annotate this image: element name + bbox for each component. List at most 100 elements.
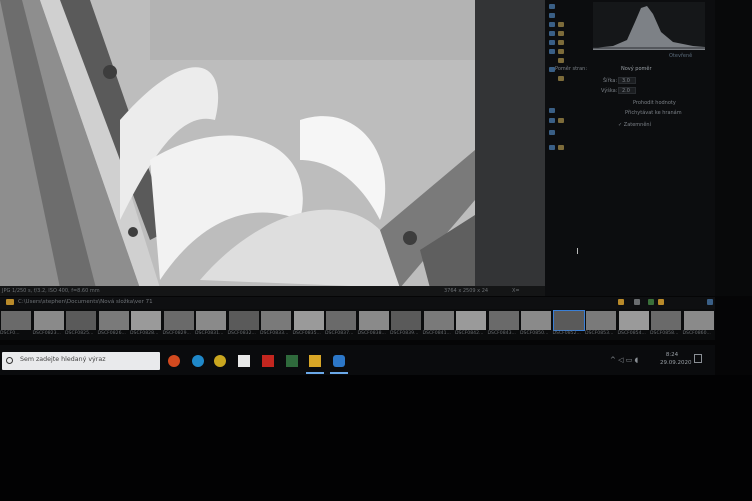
tool-icon[interactable] — [558, 31, 564, 36]
tool-icon[interactable] — [549, 31, 555, 36]
snap-to-edges-option[interactable]: Přichytávat ke hranám — [625, 110, 682, 116]
filmstrip-label: DSCF0832... — [227, 331, 256, 336]
clock-date: 29.09.2020 — [660, 360, 692, 366]
filmstrip-thumbnail[interactable] — [293, 311, 324, 330]
filmstrip-label: DSCF0853... — [585, 331, 614, 336]
width-label: Šířka: — [603, 78, 618, 84]
folder-icon[interactable] — [658, 299, 664, 305]
tool-icon[interactable] — [558, 22, 564, 27]
filmstrip-thumbnail[interactable] — [488, 311, 519, 330]
search-box[interactable]: Sem zadejte hledaný výraz — [2, 352, 160, 370]
filmstrip-label: DSCF0... — [0, 331, 20, 336]
filmstrip-thumbnail[interactable] — [618, 311, 649, 330]
filmstrip-thumbnail[interactable] — [326, 311, 356, 330]
filmstrip-thumbnail[interactable] — [163, 311, 194, 330]
tool-icon[interactable] — [549, 4, 555, 9]
tool-icon[interactable] — [549, 13, 555, 18]
tool-icon[interactable] — [558, 49, 564, 54]
filmstrip-thumbnail[interactable] — [391, 311, 421, 330]
filmstrip-thumbnail[interactable] — [33, 311, 64, 330]
filmstrip-thumbnail[interactable] — [358, 311, 389, 330]
file-explorer-icon[interactable] — [309, 355, 321, 367]
tool-icon[interactable] — [549, 145, 555, 150]
tool-icon[interactable] — [549, 40, 555, 45]
filmstrip-label: DSCF0860... — [682, 331, 711, 336]
filmstrip-label: DSCF0852... — [552, 331, 581, 336]
app-icon[interactable] — [286, 355, 298, 367]
tool-icon[interactable] — [558, 58, 564, 63]
tool-icon[interactable] — [549, 108, 555, 113]
active-indicator — [306, 372, 324, 374]
histogram-option[interactable]: Otevřeně — [669, 53, 692, 59]
edge-icon[interactable] — [192, 355, 204, 367]
photo-architecture — [0, 0, 475, 288]
filmstrip-thumbnail[interactable] — [228, 311, 259, 330]
chrome-icon[interactable] — [214, 355, 226, 367]
filmstrip-label: DSCF0833... — [260, 331, 289, 336]
active-indicator — [330, 372, 348, 374]
swap-values-button[interactable]: Prohodit hodnoty — [633, 100, 676, 106]
dim-checkbox[interactable]: ✓ Zatemnění — [618, 122, 651, 128]
tools-panel: Otevřeně Poměr stran: Nový poměr Šířka: … — [545, 0, 715, 296]
monitor-screen: JPG 1/250 s, f/3.2, ISO 400, f=8.60 mm 3… — [0, 0, 752, 501]
cursor-position: X= — [512, 288, 520, 294]
filmstrip-thumbnail[interactable] — [196, 311, 226, 330]
filmstrip-label: DSCF0858... — [650, 331, 679, 336]
width-field[interactable]: 3.0 — [618, 77, 636, 84]
firefox-icon[interactable] — [168, 355, 180, 367]
document-icon[interactable] — [238, 355, 250, 367]
window-edge — [715, 0, 752, 296]
filmstrip-thumbnail[interactable] — [261, 311, 291, 330]
folder-path[interactable]: C:\Users\stephen\Documents\Nová složka\v… — [18, 299, 153, 305]
filmstrip-thumbnail[interactable] — [98, 311, 129, 330]
pdf-icon[interactable] — [262, 355, 274, 367]
filmstrip-label: DSCF0843... — [487, 331, 516, 336]
height-label: Výška: — [601, 88, 618, 94]
filmstrip-label: DSCF0826... — [97, 331, 126, 336]
clock[interactable]: 8:24 29.09.2020 — [660, 351, 692, 367]
system-tray[interactable]: ^ ◁ ▭ ◖ — [610, 356, 638, 364]
filmstrip-label: DSCF0825... — [65, 331, 94, 336]
view-icon[interactable] — [634, 299, 640, 305]
image-viewer[interactable]: JPG 1/250 s, f/3.2, ISO 400, f=8.60 mm 3… — [0, 0, 545, 296]
filmstrip-thumbnail[interactable] — [521, 311, 551, 330]
filmstrip-label: DSCF0838... — [357, 331, 386, 336]
tool-icon[interactable] — [558, 40, 564, 45]
tool-icon[interactable] — [558, 76, 564, 81]
histogram — [593, 2, 705, 50]
ratio-label: Poměr stran: — [555, 66, 588, 72]
image-viewer-icon[interactable] — [333, 355, 345, 367]
ratio-select[interactable]: Nový poměr — [621, 66, 652, 72]
filmstrip-thumbnail[interactable] — [456, 311, 486, 330]
filmstrip-label: DSCF0828... — [130, 331, 159, 336]
filmstrip-thumbnail[interactable] — [651, 311, 681, 330]
filmstrip-label: DSCF0837... — [325, 331, 354, 336]
tool-palette — [545, 0, 567, 160]
tool-icon[interactable] — [549, 118, 555, 123]
tool-icon[interactable] — [558, 118, 564, 123]
filmstrip-thumbnail[interactable] — [552, 310, 585, 331]
view-icon[interactable] — [707, 299, 713, 305]
filmstrip-thumbnail[interactable] — [586, 311, 616, 330]
filmstrip-thumbnail[interactable] — [131, 311, 161, 330]
height-field[interactable]: 2.0 — [618, 87, 636, 94]
filmstrip-thumbnail[interactable] — [683, 311, 714, 330]
filmstrip-thumbnail[interactable] — [66, 311, 96, 330]
filmstrip-label: DSCF0854... — [617, 331, 646, 336]
clock-time: 8:24 — [665, 352, 679, 358]
filmstrip-thumbnail[interactable] — [1, 311, 31, 330]
monitor-bezel — [0, 375, 752, 501]
notifications-icon[interactable] — [694, 354, 702, 363]
tool-icon[interactable] — [558, 145, 564, 150]
filmstrip-thumbnail[interactable] — [423, 311, 454, 330]
status-bar: JPG 1/250 s, f/3.2, ISO 400, f=8.60 mm 3… — [0, 286, 545, 296]
filmstrip[interactable]: DSCF0... DSCF0823... DSCF0825... DSCF0826..… — [0, 309, 715, 340]
filmstrip-label: DSCF0839... — [390, 331, 419, 336]
tool-icon[interactable] — [549, 22, 555, 27]
filmstrip-label: DSCF0823... — [32, 331, 61, 336]
view-icon[interactable] — [648, 299, 654, 305]
search-icon — [6, 357, 13, 364]
tool-icon[interactable] — [549, 130, 555, 135]
tool-icon[interactable] — [549, 49, 555, 54]
folder-icon[interactable] — [618, 299, 624, 305]
